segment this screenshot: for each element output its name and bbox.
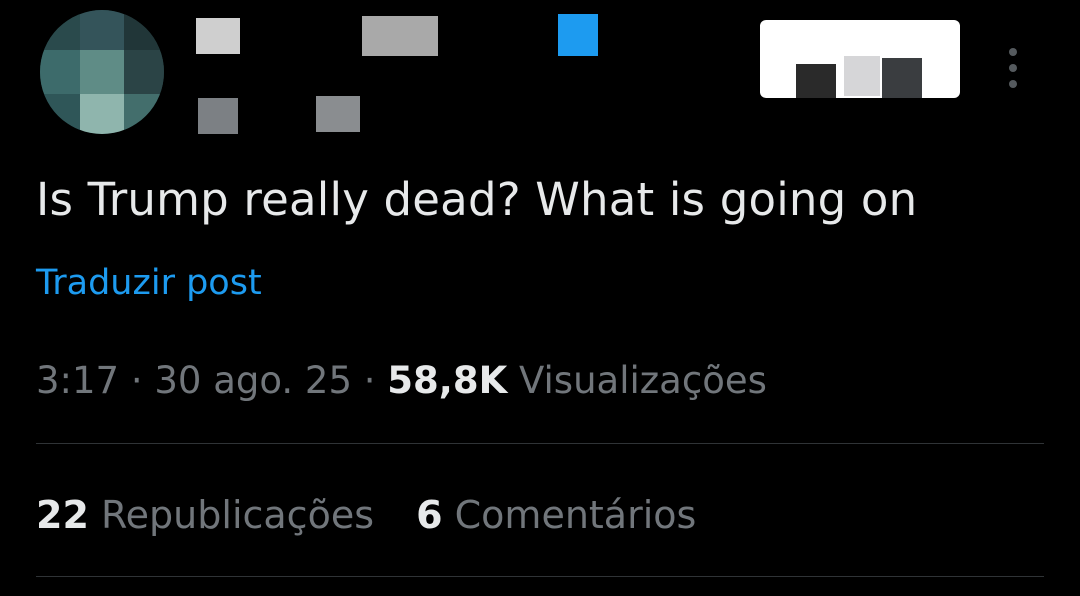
post-date[interactable]: 30 ago. 25 xyxy=(154,359,352,402)
post-header xyxy=(0,0,1080,150)
more-options-icon[interactable] xyxy=(1002,44,1024,92)
comments-label: Comentários xyxy=(454,493,697,537)
avatar[interactable] xyxy=(40,10,164,134)
post-text: Is Trump really dead? What is going on xyxy=(36,173,918,226)
reposts-stat[interactable]: 22 Republicações xyxy=(36,488,374,542)
redacted-handle xyxy=(316,96,360,132)
meta-separator: · xyxy=(363,359,376,402)
reposts-label: Republicações xyxy=(100,493,374,537)
divider xyxy=(36,576,1044,577)
translate-post-link[interactable]: Traduzir post xyxy=(36,258,262,308)
post-time[interactable]: 3:17 xyxy=(36,359,119,402)
comments-count: 6 xyxy=(416,493,443,537)
follow-button[interactable] xyxy=(760,20,960,98)
redacted-display-name xyxy=(196,18,240,54)
views-label: Visualizações xyxy=(519,359,767,402)
post-stats: 22 Republicações 6 Comentários xyxy=(36,488,696,542)
views-count: 58,8K xyxy=(387,359,508,402)
reposts-count: 22 xyxy=(36,493,89,537)
post-meta: 3:17 · 30 ago. 25 · 58,8K Visualizações xyxy=(36,354,767,408)
comments-stat[interactable]: 6 Comentários xyxy=(416,488,696,542)
redacted-display-name xyxy=(362,16,438,56)
divider xyxy=(36,443,1044,444)
meta-separator: · xyxy=(130,359,143,402)
verified-badge-icon xyxy=(558,14,598,56)
redacted-handle xyxy=(198,98,238,134)
